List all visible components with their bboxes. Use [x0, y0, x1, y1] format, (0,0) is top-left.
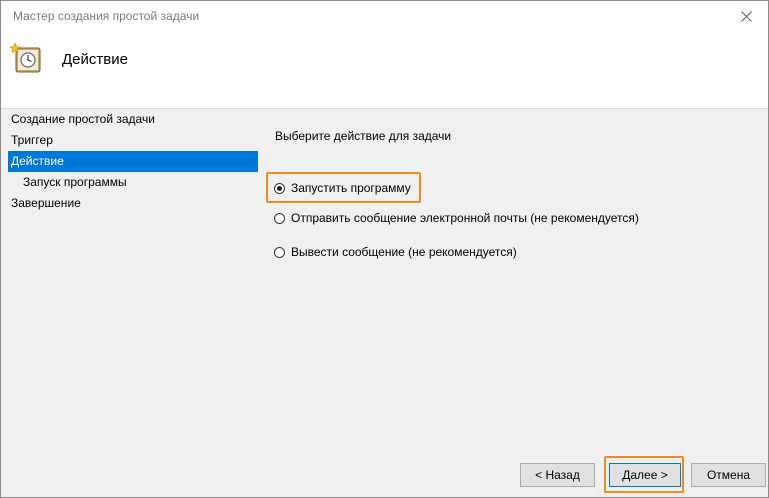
next-button[interactable]: Далее > — [609, 463, 681, 487]
radio-button[interactable] — [274, 212, 285, 224]
step-finish: Завершение — [11, 196, 81, 210]
step-create-task: Создание простой задачи — [11, 112, 155, 126]
step-trigger: Триггер — [11, 133, 53, 147]
task-scheduler-icon — [10, 42, 41, 73]
radio-show-message[interactable]: Вывести сообщение (не рекомендуется) — [274, 245, 517, 259]
cancel-button[interactable]: Отмена — [691, 463, 766, 487]
wizard-window: Мастер создания простой задачи Действие … — [0, 0, 769, 498]
wizard-header: Действие — [1, 31, 768, 109]
title-bar: Мастер создания простой задачи — [1, 1, 768, 31]
step-action: Действие — [8, 151, 258, 172]
action-prompt: Выберите действие для задачи — [275, 129, 452, 143]
wizard-steps: Создание простой задачи Триггер Действие… — [8, 109, 258, 214]
step-start-program: Запуск программы — [23, 175, 127, 189]
close-icon — [740, 10, 752, 22]
page-title: Действие — [62, 51, 128, 68]
window-title: Мастер создания простой задачи — [13, 9, 200, 23]
radio-button[interactable] — [274, 246, 285, 258]
back-button[interactable]: < Назад — [520, 463, 595, 487]
radio-label: Вывести сообщение (не рекомендуется) — [291, 245, 517, 259]
close-button[interactable] — [724, 1, 768, 31]
radio-label: Запустить программу — [291, 181, 411, 195]
radio-start-program[interactable]: Запустить программу — [274, 181, 411, 195]
radio-send-email[interactable]: Отправить сообщение электронной почты (н… — [274, 211, 639, 225]
radio-button-checked[interactable] — [274, 182, 285, 194]
radio-label: Отправить сообщение электронной почты (н… — [291, 211, 639, 225]
